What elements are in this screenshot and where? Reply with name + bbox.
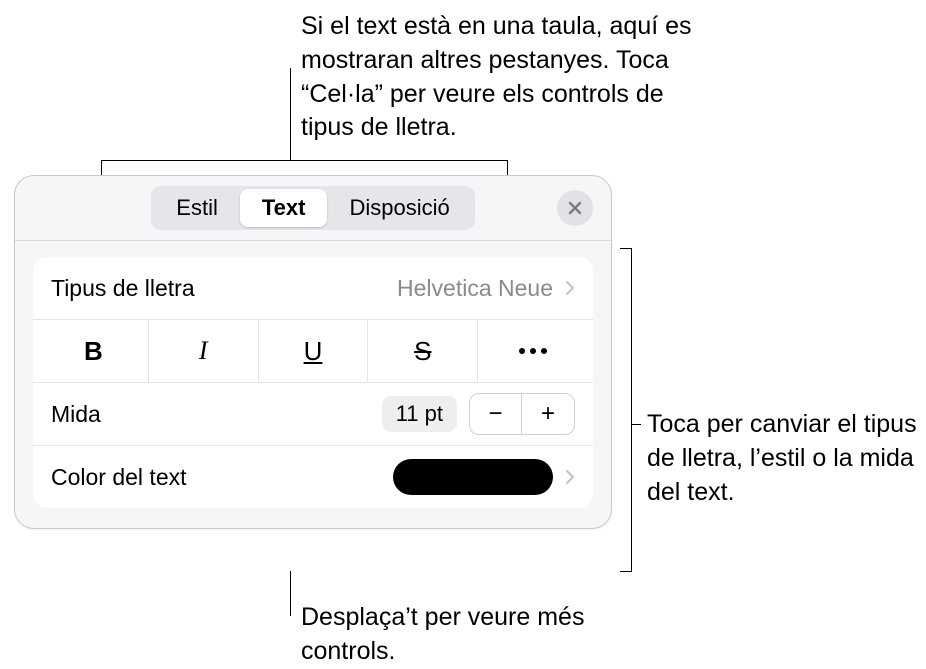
leader-tick xyxy=(101,160,102,175)
more-styles-button[interactable] xyxy=(478,320,587,382)
more-icon xyxy=(519,348,547,354)
leader-line xyxy=(290,68,291,161)
close-icon xyxy=(567,200,583,216)
format-text-popover: Estil Text Disposició Tipus de lletra He… xyxy=(14,175,612,529)
underline-button[interactable]: U xyxy=(259,320,369,382)
size-increase-button[interactable]: + xyxy=(522,394,574,434)
leader-line xyxy=(101,160,508,161)
text-color-row[interactable]: Color del text xyxy=(33,446,593,508)
chevron-right-icon xyxy=(565,280,575,296)
popover-header: Estil Text Disposició xyxy=(15,176,611,241)
text-controls-card: Tipus de lletra Helvetica Neue B I U S M… xyxy=(33,257,593,508)
tab-layout[interactable]: Disposició xyxy=(327,189,471,227)
popover-body: Tipus de lletra Helvetica Neue B I U S M… xyxy=(15,241,611,528)
leader-tick xyxy=(507,160,508,175)
text-color-swatch[interactable] xyxy=(393,459,553,495)
tab-segmented-control: Estil Text Disposició xyxy=(151,186,474,230)
strike-button[interactable]: S xyxy=(368,320,478,382)
leader-tick xyxy=(620,248,632,249)
callout-scroll-more: Desplaça’t per veure més controls. xyxy=(301,601,611,669)
leader-line xyxy=(631,424,641,425)
italic-button[interactable]: I xyxy=(149,320,259,382)
leader-line xyxy=(631,248,632,572)
font-family-value: Helvetica Neue xyxy=(397,275,553,302)
font-size-row: Mida 11 pt − + xyxy=(33,383,593,446)
leader-tick xyxy=(620,571,632,572)
font-family-row[interactable]: Tipus de lletra Helvetica Neue xyxy=(33,257,593,320)
font-family-label: Tipus de lletra xyxy=(51,275,195,302)
tab-text[interactable]: Text xyxy=(240,189,328,227)
bold-button[interactable]: B xyxy=(39,320,149,382)
callout-tabs-note: Si el text està en una taula, aquí es mo… xyxy=(301,10,711,145)
chevron-right-icon xyxy=(565,469,575,485)
font-size-stepper: − + xyxy=(469,393,575,435)
callout-font-style: Toca per canviar el tipus de lletra, l’e… xyxy=(647,408,917,509)
text-color-label: Color del text xyxy=(51,464,187,491)
font-size-value[interactable]: 11 pt xyxy=(382,396,457,432)
font-size-label: Mida xyxy=(51,401,101,428)
font-style-row: B I U S xyxy=(33,320,593,383)
tab-style[interactable]: Estil xyxy=(154,189,240,227)
close-button[interactable] xyxy=(557,190,593,226)
leader-line xyxy=(290,571,291,616)
size-decrease-button[interactable]: − xyxy=(470,394,522,434)
